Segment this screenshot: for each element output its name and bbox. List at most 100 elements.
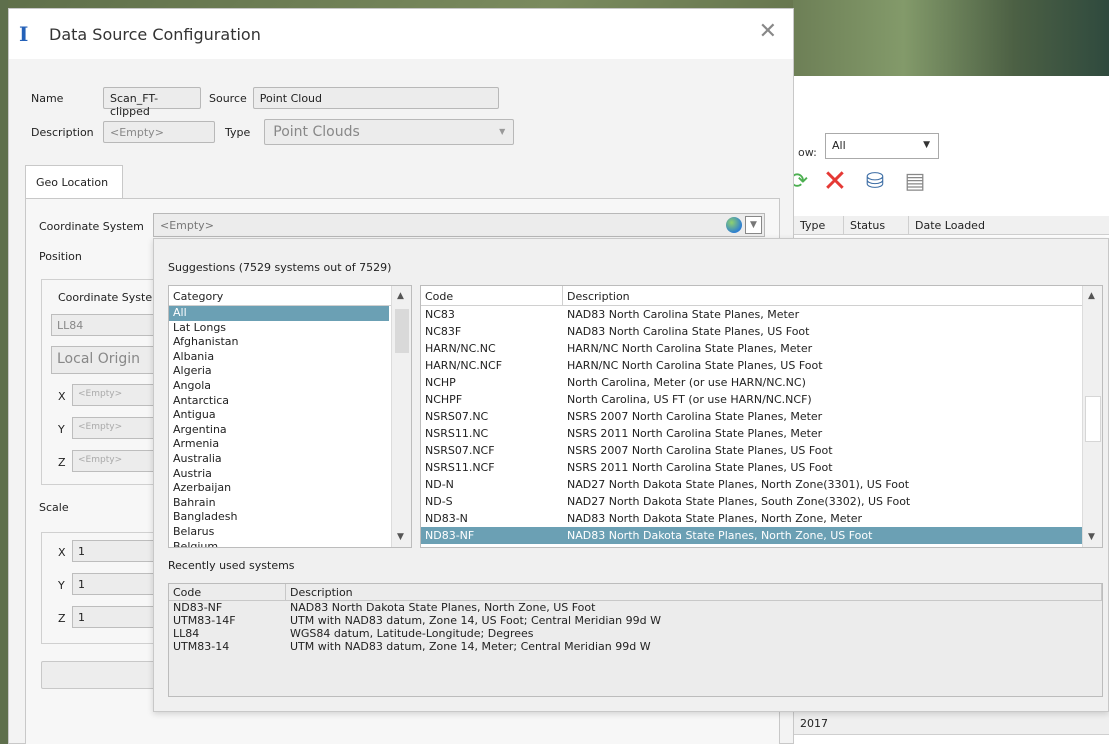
- code-row[interactable]: ND83-NF NAD83 North Dakota State Planes, …: [421, 527, 1084, 544]
- show-dropdown-value: All: [832, 139, 846, 152]
- description-cell: NAD83 North Dakota State Planes, North Z…: [567, 512, 863, 525]
- code-scrollbar[interactable]: ▲ ▼: [1082, 286, 1102, 547]
- category-item[interactable]: Bangladesh: [169, 510, 389, 525]
- recent-col-description[interactable]: Description: [286, 584, 1102, 600]
- category-item[interactable]: Albania: [169, 350, 389, 365]
- code-row[interactable]: NC83F NAD83 North Carolina State Planes, …: [421, 323, 1084, 340]
- source-field[interactable]: Point Cloud: [252, 87, 499, 109]
- recent-row[interactable]: LL84 WGS84 datum, Latitude-Longitude; Deg…: [169, 627, 1102, 640]
- description-cell: NAD27 North Dakota State Planes, South Z…: [567, 495, 911, 508]
- source-label: Source: [209, 91, 247, 105]
- category-item[interactable]: Argentina: [169, 423, 389, 438]
- description-label: Description: [31, 125, 94, 139]
- code-cell: NCHP: [425, 376, 456, 389]
- database-export-icon[interactable]: ⛁: [862, 168, 888, 194]
- description-cell: NAD83 North Carolina State Planes, US Fo…: [567, 325, 810, 338]
- globe-icon[interactable]: [726, 217, 742, 233]
- recent-code-cell: UTM83-14F: [173, 614, 236, 627]
- category-item[interactable]: Antigua: [169, 408, 389, 423]
- chevron-down-icon[interactable]: ▼: [745, 216, 762, 234]
- code-row[interactable]: ND-S NAD27 North Dakota State Planes, Sou…: [421, 493, 1084, 510]
- coordinate-system-field[interactable]: <Empty> ▼: [153, 213, 765, 237]
- code-row[interactable]: HARN/NC.NC HARN/NC North Carolina State P…: [421, 340, 1084, 357]
- scroll-thumb[interactable]: [1085, 396, 1101, 442]
- pos-x-label: X: [58, 390, 66, 403]
- col-type[interactable]: Type: [794, 216, 844, 234]
- code-cell: ND-S: [425, 495, 453, 508]
- col-status[interactable]: Status: [844, 216, 909, 234]
- recent-row[interactable]: UTM83-14F UTM with NAD83 datum, Zone 14, …: [169, 614, 1102, 627]
- code-row[interactable]: HARN/NC.NCF HARN/NC North Carolina State …: [421, 357, 1084, 374]
- close-icon[interactable]: ✕: [759, 19, 777, 44]
- category-item[interactable]: Azerbaijan: [169, 481, 389, 496]
- category-item[interactable]: All: [169, 306, 389, 321]
- category-item[interactable]: Bahrain: [169, 496, 389, 511]
- recent-code-cell: ND83-NF: [173, 601, 223, 614]
- category-scrollbar[interactable]: ▲ ▼: [391, 286, 411, 547]
- recent-description-cell: UTM with NAD83 datum, Zone 14, US Foot; …: [290, 614, 661, 627]
- code-row[interactable]: NSRS07.NC NSRS 2007 North Carolina State …: [421, 408, 1084, 425]
- code-list[interactable]: Code Description NC83 NAD83 North Carolin…: [420, 285, 1103, 548]
- grid-header: Type Status Date Loaded: [794, 216, 1109, 235]
- code-row[interactable]: NC83 NAD83 North Carolina State Planes, M…: [421, 306, 1084, 323]
- layers-icon[interactable]: ▤: [902, 168, 928, 194]
- refresh-icon[interactable]: ⟳: [794, 168, 808, 194]
- recent-code-cell: UTM83-14: [173, 640, 230, 653]
- col-date-loaded[interactable]: Date Loaded: [909, 216, 1109, 234]
- description-field[interactable]: <Empty>: [103, 121, 215, 143]
- scroll-thumb[interactable]: [395, 309, 409, 353]
- category-item[interactable]: Belgium: [169, 540, 389, 548]
- col-description[interactable]: Description: [563, 286, 1102, 305]
- code-row[interactable]: ND-N NAD27 North Dakota State Planes, Nor…: [421, 476, 1084, 493]
- grid-row-date[interactable]: 2017: [794, 710, 1109, 735]
- recent-row[interactable]: UTM83-14 UTM with NAD83 datum, Zone 14, M…: [169, 640, 1102, 653]
- coordinate-system-picker: Suggestions (7529 systems out of 7529) C…: [153, 238, 1109, 712]
- action-button[interactable]: [41, 661, 171, 689]
- category-item[interactable]: Armenia: [169, 437, 389, 452]
- recent-col-code[interactable]: Code: [169, 584, 286, 600]
- category-item[interactable]: Australia: [169, 452, 389, 467]
- tab-geo-location[interactable]: Geo Location: [25, 165, 123, 199]
- scroll-up-icon[interactable]: ▲: [397, 291, 404, 301]
- scroll-down-icon[interactable]: ▼: [1088, 532, 1095, 542]
- code-row[interactable]: NCHP North Carolina, Meter (or use HARN/N…: [421, 374, 1084, 391]
- recent-systems-list[interactable]: Code Description ND83-NF NAD83 North Dako…: [168, 583, 1103, 697]
- code-row[interactable]: NCHPF North Carolina, US FT (or use HARN/…: [421, 391, 1084, 408]
- description-row: Description <Empty> Type Point Clouds ▼: [31, 119, 515, 145]
- category-item[interactable]: Algeria: [169, 364, 389, 379]
- code-cell: HARN/NC.NC: [425, 342, 496, 355]
- coordinate-system-value: <Empty>: [160, 219, 214, 232]
- description-cell: North Carolina, US FT (or use HARN/NC.NC…: [567, 393, 812, 406]
- scroll-down-icon[interactable]: ▼: [397, 532, 404, 542]
- delete-icon[interactable]: ✕: [822, 164, 848, 199]
- type-dropdown[interactable]: Point Clouds ▼: [264, 119, 515, 145]
- code-row[interactable]: NSRS07.NCF NSRS 2007 North Carolina State…: [421, 442, 1084, 459]
- suggestions-title: Suggestions (7529 systems out of 7529): [168, 261, 392, 274]
- category-item[interactable]: Angola: [169, 379, 389, 394]
- category-item[interactable]: Antarctica: [169, 394, 389, 409]
- category-list[interactable]: Category All Lat Longs Afghanistan Albania A…: [168, 285, 412, 548]
- aerial-strip: [0, 0, 8, 744]
- recent-code-cell: LL84: [173, 627, 200, 640]
- recent-description-cell: WGS84 datum, Latitude-Longitude; Degrees: [290, 627, 534, 640]
- code-row[interactable]: ND83-N NAD83 North Dakota State Planes, N…: [421, 510, 1084, 527]
- category-item[interactable]: Lat Longs: [169, 321, 389, 336]
- category-header[interactable]: Category: [169, 286, 411, 306]
- description-cell: North Carolina, Meter (or use HARN/NC.NC…: [567, 376, 806, 389]
- dialog-title: Data Source Configuration: [49, 24, 261, 44]
- recent-description-cell: NAD83 North Dakota State Planes, North Z…: [290, 601, 596, 614]
- category-item[interactable]: Belarus: [169, 525, 389, 540]
- code-row[interactable]: NSRS11.NCF NSRS 2011 North Carolina State…: [421, 459, 1084, 476]
- scale-z-label: Z: [58, 612, 66, 625]
- panel-toolbar: ⟳ ✕ ⛁ ▤: [794, 164, 928, 199]
- chevron-down-icon: ▼: [499, 127, 506, 136]
- category-item[interactable]: Afghanistan: [169, 335, 389, 350]
- recent-row[interactable]: ND83-NF NAD83 North Dakota State Planes, …: [169, 601, 1102, 614]
- category-item[interactable]: Austria: [169, 467, 389, 482]
- col-code[interactable]: Code: [421, 286, 563, 305]
- name-field[interactable]: Scan_FT-clipped: [103, 87, 201, 118]
- dialog-titlebar[interactable]: I Data Source Configuration ✕: [9, 9, 793, 59]
- scroll-up-icon[interactable]: ▲: [1088, 291, 1095, 301]
- show-dropdown[interactable]: All ▼: [825, 133, 939, 159]
- code-row[interactable]: NSRS11.NC NSRS 2011 North Carolina State …: [421, 425, 1084, 442]
